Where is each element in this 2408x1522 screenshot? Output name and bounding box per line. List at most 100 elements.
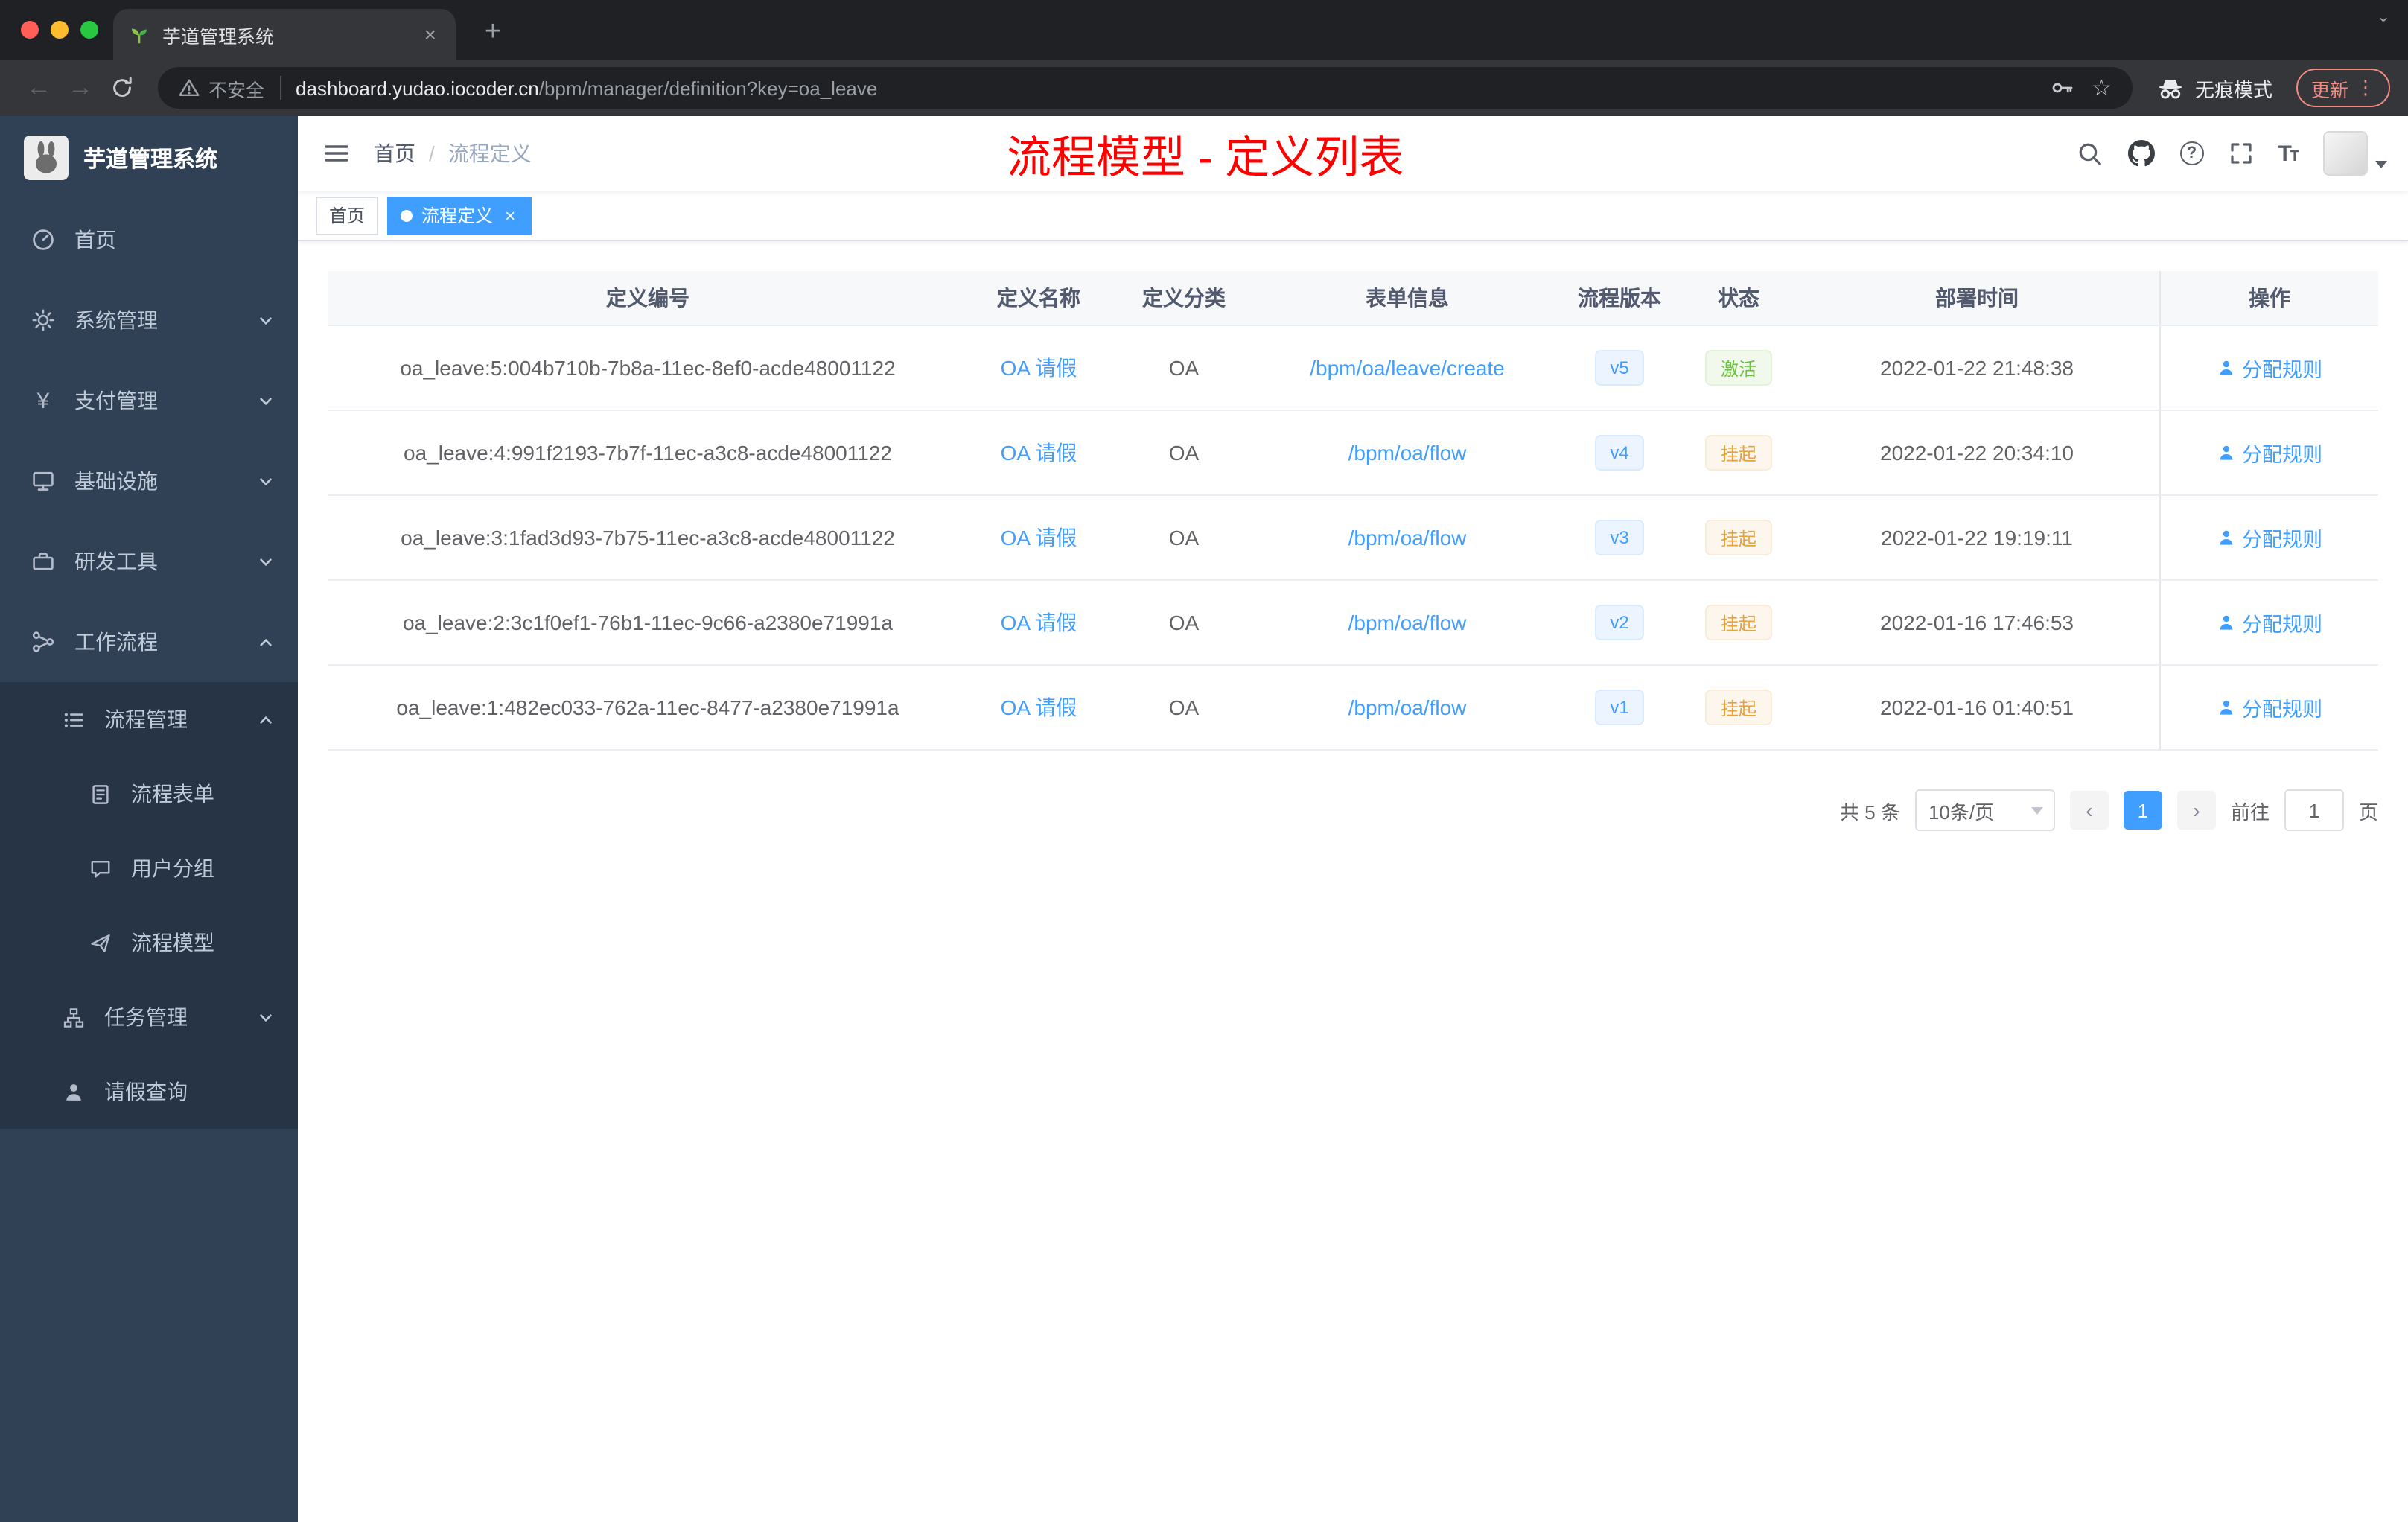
browser-tab[interactable]: 芋道管理系统 × [113, 9, 456, 60]
form-link[interactable]: /bpm/oa/flow [1348, 611, 1467, 634]
pagination-total: 共 5 条 [1840, 800, 1900, 823]
breadcrumb: 首页 / 流程定义 [374, 138, 532, 168]
definition-name-link[interactable]: OA 请假 [1001, 692, 1077, 722]
col-definition-category: 定义分类 [1142, 286, 1226, 310]
goto-label: 前往 [2230, 800, 2270, 823]
sidebar-item-infrastructure[interactable]: 基础设施 [0, 441, 298, 521]
sidebar-item-process-management[interactable]: 流程管理 [0, 682, 298, 757]
sidebar-item-process-form[interactable]: 流程表单 [0, 757, 298, 831]
cell-deploy-time: 2022-01-22 19:19:11 [1881, 526, 2073, 550]
sidebar-item-task-management[interactable]: 任务管理 [0, 980, 298, 1054]
form-link[interactable]: /bpm/oa/flow [1348, 526, 1467, 550]
cell-deploy-time: 2022-01-22 20:34:10 [1880, 441, 2074, 465]
chevron-down-icon [258, 312, 274, 328]
dashboard-icon [30, 228, 57, 252]
back-button[interactable]: ← [18, 67, 60, 109]
github-icon[interactable] [2127, 140, 2155, 167]
minimize-window-button[interactable] [51, 21, 69, 39]
tab-search-chevron-icon[interactable]: ˇ [2380, 15, 2387, 40]
goto-page-input[interactable] [2284, 789, 2344, 831]
sidebar-item-home[interactable]: 首页 [0, 200, 298, 280]
monitor-icon [30, 469, 57, 493]
macos-traffic-lights[interactable] [21, 21, 98, 39]
table-row: oa_leave:5:004b710b-7b8a-11ec-8ef0-acde4… [328, 326, 2378, 411]
table-row: oa_leave:3:1fad3d93-7b75-11ec-a3c8-acde4… [328, 496, 2378, 581]
sidebar-item-payment[interactable]: ¥ 支付管理 [0, 360, 298, 441]
form-link[interactable]: /bpm/oa/flow [1348, 695, 1467, 719]
assign-rule-link[interactable]: 分配规则 [2217, 438, 2322, 468]
status-badge: 激活 [1705, 350, 1771, 386]
tag-process-definition[interactable]: 流程定义 × [387, 196, 532, 235]
person-icon [2219, 700, 2232, 715]
page-size-select[interactable]: 10条/页 [1914, 789, 2055, 831]
tag-close-icon[interactable]: × [502, 205, 518, 226]
browser-toolbar: ← → 不安全 dashboard.yudao.iocoder.cn /bpm/… [0, 60, 2408, 116]
browser-window: 芋道管理系统 × + ˇ ← → 不安全 dashboard.yudao.ioc… [0, 0, 2408, 1522]
browser-update-menu-button[interactable]: 更新 ⋮ [2296, 69, 2390, 107]
next-page-button[interactable]: › [2176, 791, 2216, 830]
status-badge: 挂起 [1705, 690, 1771, 725]
new-tab-button[interactable]: + [474, 13, 512, 52]
password-key-icon[interactable] [2050, 76, 2074, 100]
sidebar-item-user-group[interactable]: 用户分组 [0, 831, 298, 905]
close-window-button[interactable] [21, 21, 39, 39]
table-row: oa_leave:4:991f2193-7b7f-11ec-a3c8-acde4… [328, 411, 2378, 496]
cell-definition-id: oa_leave:2:3c1f0ef1-76b1-11ec-9c66-a2380… [402, 611, 893, 634]
address-bar[interactable]: 不安全 dashboard.yudao.iocoder.cn /bpm/mana… [158, 67, 2133, 109]
person-icon [2219, 445, 2232, 460]
sidebar-item-workflow[interactable]: 工作流程 [0, 602, 298, 682]
chevron-up-icon [258, 634, 274, 650]
avatar[interactable] [2323, 131, 2368, 176]
sidebar-item-dev-tools[interactable]: 研发工具 [0, 521, 298, 602]
bookmark-star-icon[interactable]: ☆ [2092, 74, 2112, 101]
prev-page-button[interactable]: ‹ [2069, 791, 2109, 830]
definition-name-link[interactable]: OA 请假 [1001, 353, 1077, 383]
chevron-down-icon [258, 473, 274, 489]
person-icon [2219, 360, 2232, 375]
fullscreen-icon[interactable] [2229, 141, 2252, 165]
tags-view-bar: 首页 流程定义 × [298, 191, 2408, 241]
paper-plane-icon [86, 932, 113, 954]
tag-home[interactable]: 首页 [316, 196, 379, 235]
definition-name-link[interactable]: OA 请假 [1001, 523, 1077, 553]
form-link[interactable]: /bpm/oa/leave/create [1310, 356, 1505, 380]
search-icon[interactable] [2077, 141, 2102, 166]
list-icon [60, 708, 86, 730]
font-size-icon[interactable]: TT [2278, 141, 2299, 166]
assign-rule-link[interactable]: 分配规则 [2217, 523, 2322, 553]
active-dot-icon [401, 209, 413, 221]
status-badge: 挂起 [1705, 435, 1771, 471]
col-definition-id: 定义编号 [606, 286, 689, 310]
reload-button[interactable] [101, 67, 143, 109]
help-icon[interactable]: ? [2179, 141, 2204, 165]
forward-button[interactable]: → [60, 67, 101, 109]
hamburger-icon[interactable] [320, 140, 362, 167]
maximize-window-button[interactable] [80, 21, 98, 39]
breadcrumb-home[interactable]: 首页 [374, 138, 415, 168]
user-icon [60, 1080, 86, 1103]
sitemap-icon [60, 1006, 86, 1028]
page-number-1[interactable]: 1 [2123, 791, 2162, 830]
definition-name-link[interactable]: OA 请假 [1001, 608, 1077, 637]
sidebar-item-leave-query[interactable]: 请假查询 [0, 1054, 298, 1129]
sidebar-item-system[interactable]: 系统管理 [0, 280, 298, 360]
page-unit-label: 页 [2358, 800, 2378, 823]
cell-category: OA [1168, 526, 1200, 550]
update-label: 更新 [2310, 80, 2348, 101]
version-tag: v5 [1595, 350, 1644, 386]
assign-rule-link[interactable]: 分配规则 [2217, 353, 2322, 383]
status-badge: 挂起 [1705, 605, 1771, 640]
version-tag: v1 [1595, 690, 1644, 725]
security-warning-icon[interactable] [179, 77, 200, 98]
definition-name-link[interactable]: OA 请假 [1001, 438, 1077, 468]
form-link[interactable]: /bpm/oa/flow [1348, 441, 1467, 465]
sidebar-item-process-model[interactable]: 流程模型 [0, 905, 298, 980]
col-deploy-time: 部署时间 [1935, 286, 2019, 310]
col-process-version: 流程版本 [1578, 286, 1661, 310]
assign-rule-link[interactable]: 分配规则 [2217, 692, 2322, 722]
cell-category: OA [1168, 611, 1200, 634]
assign-rule-link[interactable]: 分配规则 [2217, 608, 2322, 637]
tab-close-icon[interactable]: × [420, 22, 441, 46]
user-menu[interactable] [2323, 131, 2387, 176]
url-separator [279, 76, 281, 100]
